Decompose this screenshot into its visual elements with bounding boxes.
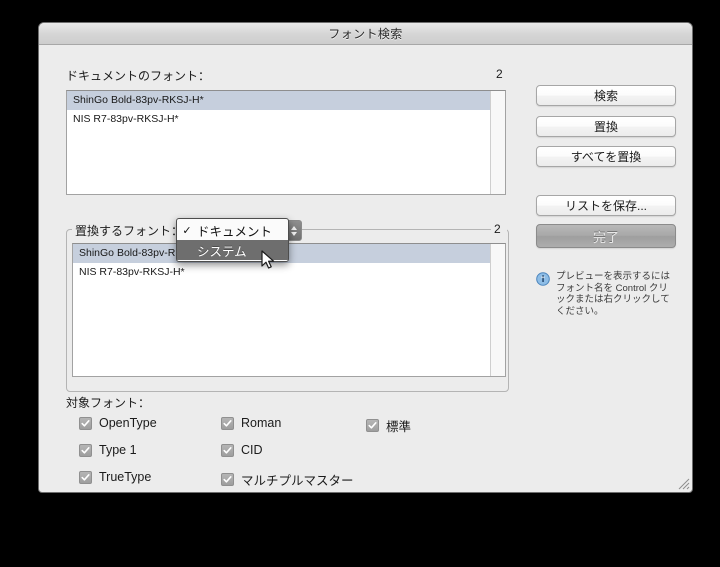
checkbox-label: OpenType [99,416,157,430]
font-find-window: フォント検索 ドキュメントのフォント： 2 ShinGo Bold-83pv-R… [38,22,693,493]
list-item[interactable]: NIS R7-83pv-RKSJ-H* [73,263,490,282]
done-button[interactable]: 完了 [536,224,676,248]
menu-item-label: ドキュメント [197,224,273,239]
checkmark-icon [79,470,92,484]
checkmark-icon [221,443,234,457]
window-title: フォント検索 [328,27,403,41]
checkbox-standard[interactable]: 標準 [366,416,411,435]
checkbox-label: Type 1 [99,443,137,457]
checkmark-icon [79,416,92,430]
replace-fonts-count: 2 [494,222,501,236]
window-titlebar: フォント検索 [39,23,692,45]
menu-item-document[interactable]: ✓ ドキュメント [177,220,288,240]
replace-fonts-list[interactable]: ShinGo Bold-83pv-RKSJ-H* NIS R7-83pv-RKS… [72,243,506,377]
checkbox-label: Roman [241,416,282,430]
checkmark-icon [221,416,234,430]
checkbox-label: CID [241,443,263,457]
checkbox-type1[interactable]: Type 1 [79,443,137,457]
checkbox-label: マルチプルマスター [241,474,354,488]
target-fonts-label: 対象フォント： [66,396,151,410]
document-fonts-rows: ShinGo Bold-83pv-RKSJ-H* NIS R7-83pv-RKS… [67,91,490,194]
replace-button[interactable]: 置換 [536,116,676,137]
list-item[interactable]: NIS R7-83pv-RKSJ-H* [67,110,490,129]
replace-fonts-scrollbar[interactable] [490,244,505,376]
resize-grip-icon[interactable] [677,477,691,491]
chevron-up-icon [290,225,297,230]
checkbox-opentype[interactable]: OpenType [79,416,157,430]
list-item[interactable]: ShinGo Bold-83pv-RKSJ-H* [67,91,490,110]
document-fonts-list[interactable]: ShinGo Bold-83pv-RKSJ-H* NIS R7-83pv-RKS… [66,90,506,195]
checkbox-multiple-master[interactable]: マルチプルマスター [221,470,354,489]
search-button[interactable]: 検索 [536,85,676,106]
document-fonts-scrollbar[interactable] [490,91,505,194]
checkbox-label: TrueType [99,470,152,484]
info-icon [536,272,550,286]
document-fonts-label: ドキュメントのフォント： [66,69,211,83]
checkbox-cid[interactable]: CID [221,443,263,457]
chevron-down-icon [290,231,297,236]
checkmark-icon [79,443,92,457]
checkmark-icon [366,419,379,432]
replace-fonts-rows: ShinGo Bold-83pv-RKSJ-H* NIS R7-83pv-RKS… [73,244,490,376]
checkmark-icon: ✓ [182,224,192,237]
mouse-cursor [261,250,275,269]
window-content: ドキュメントのフォント： 2 ShinGo Bold-83pv-RKSJ-H* … [39,45,692,492]
screen: フォント検索 ドキュメントのフォント： 2 ShinGo Bold-83pv-R… [0,0,720,567]
replace-fonts-label: 置換するフォント： [75,224,184,238]
checkmark-icon [221,473,234,486]
save-list-button[interactable]: リストを保存... [536,195,676,216]
menu-item-label: システム [197,244,247,259]
replace-all-button[interactable]: すべてを置換 [536,146,676,167]
preview-hint-text: プレビューを表示するにはフォント名を Control クリックまたは右クリックし… [556,271,671,317]
checkbox-roman[interactable]: Roman [221,416,281,430]
checkbox-truetype[interactable]: TrueType [79,470,151,484]
checkbox-label: 標準 [386,420,412,434]
document-fonts-count: 2 [496,67,503,81]
